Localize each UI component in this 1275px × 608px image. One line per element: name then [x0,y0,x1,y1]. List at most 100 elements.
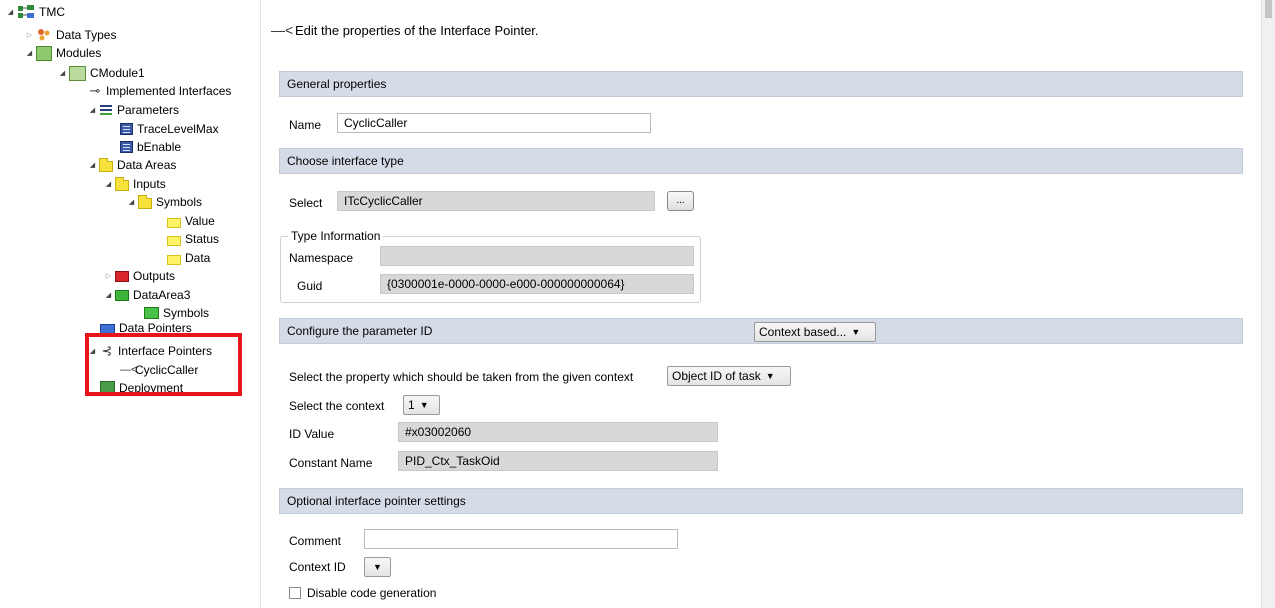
comment-label: Comment [289,534,342,548]
checkbox[interactable] [289,587,301,599]
tree-item-symbols-2[interactable]: Symbols [144,304,209,322]
id-value-label: ID Value [289,427,335,441]
properties-panel: —< Edit the properties of the Interface … [261,0,1261,608]
section-title: Configure the parameter ID [287,324,433,338]
property-label: Select the property which should be take… [289,370,634,384]
modules-icon [36,45,52,61]
tree-item-data-areas[interactable]: ◢ Data Areas [87,156,176,174]
panel-header: —< Edit the properties of the Interface … [271,22,539,38]
interface-icon: ⊸ [89,83,101,98]
folder-icon [99,157,113,172]
parameter-id-mode-dropdown[interactable]: Context based... ▼ [754,322,876,342]
checkbox-label: Disable code generation [307,586,437,600]
expanded-arrow-icon[interactable]: ◢ [87,161,98,169]
interface-type-field: ITcCyclicCaller [337,191,655,211]
tree-item-outputs[interactable]: ▷ Outputs [103,267,175,285]
expanded-arrow-icon[interactable]: ◢ [87,106,98,114]
comment-field[interactable] [364,529,678,549]
name-label: Name [289,118,322,132]
browse-button[interactable]: ... [667,191,694,211]
tree-label: Data Areas [117,158,177,172]
data-types-icon [36,28,52,42]
expanded-arrow-icon[interactable]: ◢ [5,8,16,16]
output-area-icon [115,270,129,282]
constant-name-label: Constant Name [289,456,373,470]
module-icon [69,65,86,81]
tree-item-inputs[interactable]: ◢ Inputs [103,175,166,193]
section-optional-settings: Optional interface pointer settings [279,488,1243,514]
variable-icon [120,123,133,135]
section-title: General properties [287,77,387,91]
expanded-arrow-icon[interactable]: ◢ [126,198,137,206]
tree-label: Symbols [156,195,203,209]
section-title: Optional interface pointer settings [287,494,466,508]
tree-item-tmc[interactable]: ◢ TMC [5,3,65,21]
tree-item-value[interactable]: Value [167,212,215,230]
collapsed-arrow-icon[interactable]: ▷ [103,272,114,280]
section-title: Choose interface type [287,154,404,168]
variable-icon [120,141,133,153]
tree-item-interface-pointers[interactable]: ◢ ⊰ Interface Pointers [87,342,212,360]
solution-tree: ◢ TMC ▷ Data Types ◢ Modules ◢ CModule1 … [0,0,260,608]
tree-item-trace-level-max[interactable]: TraceLevelMax [120,120,219,138]
group-legend: Type Information [288,229,384,243]
tree-item-data-pointers[interactable]: Data Pointers [100,323,192,335]
dropdown-value: 1 [408,398,415,412]
symbol-icon [167,254,181,265]
guid-field: {0300001e-0000-0000-e000-000000000064} [380,274,694,294]
header-text: Edit the properties of the Interface Poi… [295,22,539,38]
name-field[interactable]: CyclicCaller [337,113,651,133]
tree-item-b-enable[interactable]: bEnable [120,138,181,156]
dropdown-value: Context based... [759,325,847,339]
parameters-icon [99,104,113,117]
tree-item-data-area3[interactable]: ◢ DataArea3 [103,286,191,304]
tree-label: Modules [56,46,102,60]
collapsed-arrow-icon[interactable]: ▷ [24,31,35,39]
tree-label: Data Types [56,28,117,42]
property-dropdown[interactable]: Object ID of task ▼ [667,366,791,386]
dropdown-arrow-icon: ▼ [851,327,861,337]
tree-item-data[interactable]: Data [167,249,210,267]
tree-item-implemented-interfaces[interactable]: ⊸ Implemented Interfaces [87,82,232,100]
tree-item-data-types[interactable]: ▷ Data Types [24,26,117,44]
disable-code-generation[interactable]: Disable code generation [289,586,436,600]
vertical-scrollbar[interactable] [1261,0,1275,608]
tree-label: Symbols [163,306,210,320]
select-label: Select [289,196,323,210]
expanded-arrow-icon[interactable]: ◢ [24,49,35,57]
data-pointer-icon [100,324,115,335]
expanded-arrow-icon[interactable]: ◢ [87,347,98,355]
dropdown-arrow-icon: ▼ [373,562,382,572]
context-label: Select the context [289,399,385,413]
expanded-arrow-icon[interactable]: ◢ [103,291,114,299]
symbol-icon [167,235,181,246]
context-id-dropdown[interactable]: ▼ [364,557,391,577]
tree-item-cyclic-caller[interactable]: —< CyclicCaller [120,361,198,379]
tree-item-deployment[interactable]: Deployment [100,381,183,395]
expanded-arrow-icon[interactable]: ◢ [103,180,114,188]
tree-label: CModule1 [90,66,145,80]
context-dropdown[interactable]: 1 ▼ [403,395,440,415]
tree-label: Data Pointers [119,323,192,335]
tree-item-status[interactable]: Status [167,230,219,248]
tmc-icon [17,4,35,20]
dropdown-value: Object ID of task [672,369,761,383]
pointer-icon: —< [120,364,138,376]
section-interface-type: Choose interface type [279,148,1243,174]
guid-label: Guid [297,279,323,293]
tree-item-modules[interactable]: ◢ Modules [24,44,101,62]
tree-label: Status [185,232,220,246]
symbols-icon [144,307,159,319]
tree-item-symbols[interactable]: ◢ Symbols [126,193,202,211]
dropdown-arrow-icon: ▼ [765,371,775,381]
symbol-icon [167,217,181,228]
tree-label: CyclicCaller [135,363,199,377]
tree-label: Deployment [119,381,184,395]
symbols-icon [138,194,152,209]
expanded-arrow-icon[interactable]: ◢ [57,69,68,77]
scrollbar-thumb[interactable] [1265,0,1272,18]
interface-pointer-icon: —< [271,22,294,38]
tree-item-parameters[interactable]: ◢ Parameters [87,101,179,119]
data-area-icon [115,176,129,191]
tree-item-cmodule1[interactable]: ◢ CModule1 [57,64,145,82]
